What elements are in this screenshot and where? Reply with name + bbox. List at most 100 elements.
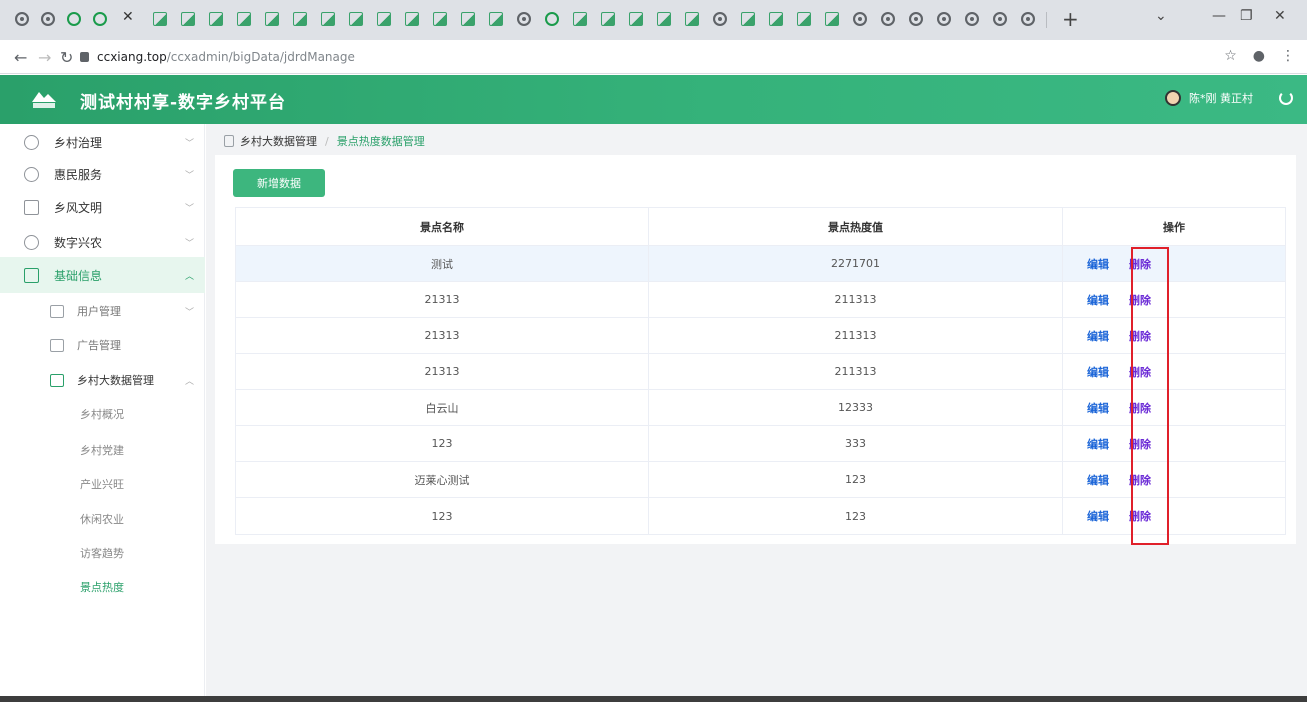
- sidebar-leaf-scenic-popularity[interactable]: 景点热度: [80, 579, 124, 595]
- tab-favicon-power-icon[interactable]: [542, 8, 562, 30]
- cell-value: 12333: [649, 390, 1063, 425]
- table-row[interactable]: 21313 211313 编辑 删除: [236, 282, 1285, 318]
- tab-favicon-chart-icon[interactable]: [402, 8, 422, 30]
- sidebar-leaf-leisure-agriculture[interactable]: 休闲农业: [80, 511, 124, 527]
- table-row[interactable]: 21313 211313 编辑 删除: [236, 318, 1285, 354]
- tab-favicon-chart-icon[interactable]: [738, 8, 758, 30]
- tab-favicon-globe-icon[interactable]: [962, 8, 982, 30]
- tab-favicon-chart-icon[interactable]: [486, 8, 506, 30]
- cell-value: 211313: [649, 318, 1063, 353]
- tab-favicon-globe-icon[interactable]: [38, 8, 58, 30]
- tab-favicon-chart-icon[interactable]: [598, 8, 618, 30]
- column-header-value: 景点热度值: [649, 208, 1063, 245]
- sidebar-leaf-industry[interactable]: 产业兴旺: [80, 476, 124, 492]
- tab-favicon-globe-icon[interactable]: [12, 8, 32, 30]
- profile-icon[interactable]: ●: [1253, 48, 1265, 64]
- table-row[interactable]: 迈莱心测试 123 编辑 删除: [236, 462, 1285, 498]
- logout-power-icon[interactable]: [1279, 91, 1293, 105]
- tab-favicon-power-icon[interactable]: [90, 8, 110, 30]
- minimize-icon[interactable]: —: [1212, 8, 1226, 24]
- bookmark-star-icon[interactable]: ☆: [1224, 48, 1237, 64]
- cell-value: 123: [649, 462, 1063, 497]
- sidebar-item-label: 乡村治理: [54, 135, 103, 150]
- tab-favicon-globe-icon[interactable]: [878, 8, 898, 30]
- tab-favicon-chart-icon[interactable]: [458, 8, 478, 30]
- breadcrumb: 乡村大数据管理 / 景点热度数据管理: [224, 133, 425, 149]
- tab-favicon-chart-icon[interactable]: [654, 8, 674, 30]
- tab-favicon-chart-icon[interactable]: [822, 8, 842, 30]
- edit-link[interactable]: 编辑: [1087, 472, 1109, 488]
- edit-link[interactable]: 编辑: [1087, 400, 1109, 416]
- add-data-button[interactable]: 新增数据: [233, 169, 325, 197]
- tab-favicon-globe-icon[interactable]: [514, 8, 534, 30]
- edit-link[interactable]: 编辑: [1087, 436, 1109, 452]
- address-bar[interactable]: ccxiang.top/ccxadmin/bigData/jdrdManage: [80, 46, 1210, 68]
- tab-favicon-chart-icon[interactable]: [682, 8, 702, 30]
- edit-link[interactable]: 编辑: [1087, 364, 1109, 380]
- edit-link[interactable]: 编辑: [1087, 256, 1109, 272]
- tab-favicon-globe-icon[interactable]: [1018, 8, 1038, 30]
- tab-favicon-chart-icon[interactable]: [290, 8, 310, 30]
- edit-link[interactable]: 编辑: [1087, 292, 1109, 308]
- ad-icon: [50, 338, 64, 352]
- maximize-icon[interactable]: ❐: [1240, 8, 1253, 24]
- sidebar-leaf-village-overview[interactable]: 乡村概况: [80, 406, 124, 422]
- tab-favicon-chart-icon[interactable]: [374, 8, 394, 30]
- tab-favicon-globe-icon[interactable]: [906, 8, 926, 30]
- forward-arrow-icon[interactable]: →: [38, 48, 51, 67]
- breadcrumb-separator: /: [325, 134, 329, 148]
- tab-favicon-chart-icon[interactable]: [570, 8, 590, 30]
- tab-favicon-power-icon[interactable]: [64, 8, 84, 30]
- user-name[interactable]: 陈*刚 黄正村: [1189, 90, 1253, 106]
- column-header-name: 景点名称: [236, 208, 649, 245]
- tab-favicon-chart-icon[interactable]: [346, 8, 366, 30]
- avatar[interactable]: [1165, 90, 1181, 106]
- tab-favicon-chart-icon[interactable]: [150, 8, 170, 30]
- sidebar-leaf-party-building[interactable]: 乡村党建: [80, 442, 124, 458]
- tab-favicon-chart-icon[interactable]: [766, 8, 786, 30]
- tab-favicon-chart-icon[interactable]: [262, 8, 282, 30]
- edit-link[interactable]: 编辑: [1087, 508, 1109, 524]
- tab-favicon-chart-icon[interactable]: [178, 8, 198, 30]
- sidebar-subitem-label: 广告管理: [77, 339, 121, 352]
- tab-favicon-globe-icon[interactable]: [710, 8, 730, 30]
- tab-favicon-globe-icon[interactable]: [934, 8, 954, 30]
- edit-link[interactable]: 编辑: [1087, 328, 1109, 344]
- tab-favicon-globe-icon[interactable]: [850, 8, 870, 30]
- tab-close-icon[interactable]: ✕: [122, 9, 134, 25]
- sidebar-subitem-bigdata-management[interactable]: 乡村大数据管理 ︿: [0, 362, 205, 398]
- tab-favicon-globe-icon[interactable]: [990, 8, 1010, 30]
- tab-favicon-chart-icon[interactable]: [206, 8, 226, 30]
- table-row[interactable]: 123 123 编辑 删除: [236, 498, 1285, 534]
- cell-name: 21313: [236, 318, 649, 353]
- sidebar-item-public-service[interactable]: 惠民服务 ﹀: [0, 156, 205, 192]
- breadcrumb-parent[interactable]: 乡村大数据管理: [240, 133, 317, 149]
- tab-favicon-chart-icon[interactable]: [794, 8, 814, 30]
- sidebar-subitem-user-management[interactable]: 用户管理 ﹀: [0, 293, 205, 329]
- sidebar-item-village-governance[interactable]: 乡村治理 ﹀: [0, 124, 205, 160]
- back-arrow-icon[interactable]: ←: [14, 48, 27, 67]
- reload-icon[interactable]: ↻: [60, 48, 73, 67]
- highlight-annotation-box: [1131, 247, 1169, 545]
- tab-favicon-chart-icon[interactable]: [626, 8, 646, 30]
- sidebar-item-digital-agriculture[interactable]: 数字兴农 ﹀: [0, 224, 205, 260]
- table-row[interactable]: 白云山 12333 编辑 删除: [236, 390, 1285, 426]
- tab-search-chevron-icon[interactable]: ⌄: [1155, 8, 1167, 24]
- url-path: /ccxadmin/bigData/jdrdManage: [166, 50, 355, 64]
- sidebar-item-basic-info[interactable]: 基础信息 ︿: [0, 257, 205, 293]
- sidebar-item-civilization[interactable]: 乡风文明 ﹀: [0, 189, 205, 225]
- window-close-icon[interactable]: ✕: [1274, 8, 1286, 24]
- table-row[interactable]: 21313 211313 编辑 删除: [236, 354, 1285, 390]
- table-row[interactable]: 123 333 编辑 删除: [236, 426, 1285, 462]
- browser-address-row: ← → ↻ ccxiang.top/ccxadmin/bigData/jdrdM…: [0, 40, 1307, 74]
- new-tab-icon[interactable]: +: [1062, 7, 1079, 31]
- table-row[interactable]: 测试 2271701 编辑 删除: [236, 246, 1285, 282]
- cell-name: 迈莱心测试: [236, 462, 649, 497]
- tab-favicon-chart-icon[interactable]: [234, 8, 254, 30]
- tab-favicon-chart-icon[interactable]: [318, 8, 338, 30]
- browser-menu-icon[interactable]: ⋮: [1281, 48, 1295, 64]
- sidebar-leaf-visitor-trend[interactable]: 访客趋势: [80, 545, 124, 561]
- sidebar-item-label: 乡风文明: [54, 200, 103, 215]
- sidebar-subitem-ad-management[interactable]: 广告管理: [0, 327, 205, 363]
- tab-favicon-chart-icon[interactable]: [430, 8, 450, 30]
